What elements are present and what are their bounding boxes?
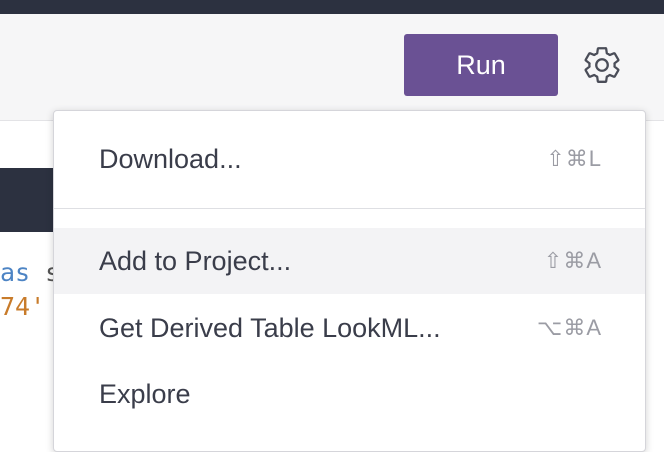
menu-item-shortcut: ⇧⌘A: [543, 248, 602, 273]
menu-divider: [54, 208, 645, 209]
menu-item-label: Explore: [99, 379, 191, 409]
menu-item-label: Add to Project...: [99, 246, 292, 276]
menu-item-get-derived-table-lookml[interactable]: Get Derived Table LookML... ⌥⌘A: [54, 295, 645, 361]
code-line-2: 74': [0, 292, 60, 321]
menu-item-explore[interactable]: Explore: [54, 361, 645, 427]
menu-item-add-to-project[interactable]: Add to Project... ⇧⌘A: [54, 228, 645, 294]
code-line-1: as s: [0, 258, 60, 287]
menu-item-shortcut: ⇧⌘L: [546, 146, 602, 171]
code-keyword: as: [0, 258, 31, 287]
code-string: 74': [0, 292, 46, 321]
run-button[interactable]: Run: [404, 34, 558, 96]
menu-item-download[interactable]: Download... ⇧⌘L: [54, 126, 645, 192]
menu-item-shortcut: ⌥⌘A: [536, 315, 602, 340]
menu-item-label: Download...: [99, 144, 242, 174]
gear-icon[interactable]: [581, 44, 623, 86]
toolbar: Run: [0, 14, 664, 121]
menu-item-label: Get Derived Table LookML...: [99, 313, 441, 343]
editor-header-strip: [0, 168, 60, 232]
top-nav-bar: [0, 0, 664, 14]
dropdown-menu: Download... ⇧⌘L Add to Project... ⇧⌘A Ge…: [53, 110, 646, 452]
